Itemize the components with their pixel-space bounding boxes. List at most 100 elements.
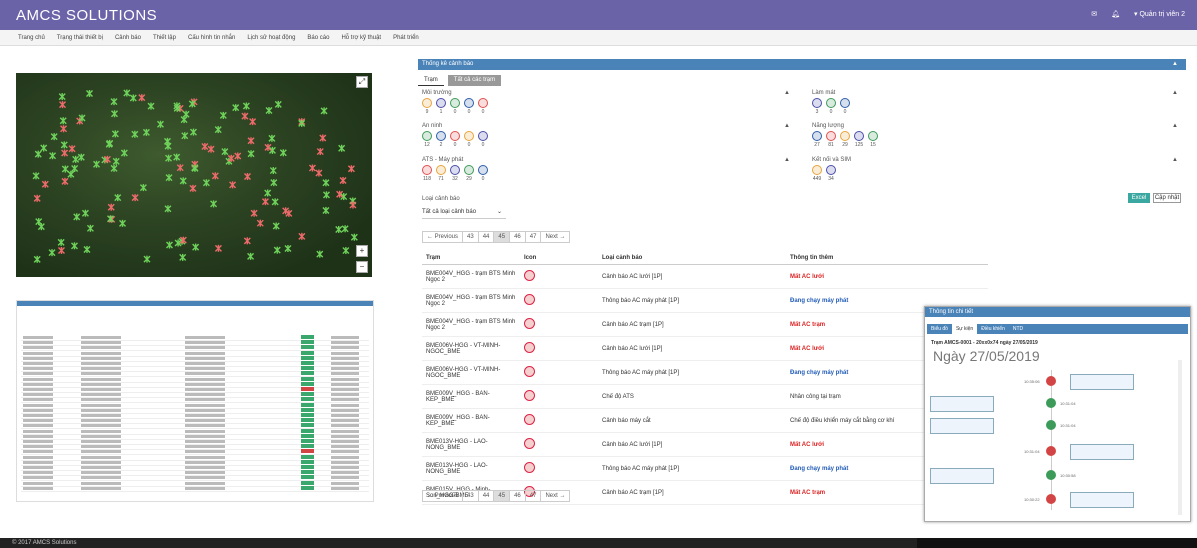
station-marker-ok[interactable] [71, 165, 79, 173]
station-marker-ok[interactable] [34, 150, 42, 158]
bell-icon[interactable]: 🔔︎ [1111, 10, 1120, 18]
alert-icon[interactable]: 81 [826, 131, 836, 148]
station-marker-alarm[interactable] [131, 194, 139, 202]
station-marker-ok[interactable] [191, 164, 199, 172]
station-marker-alarm[interactable] [68, 145, 76, 153]
station-marker-alarm[interactable] [319, 134, 327, 142]
alert-icon[interactable]: 29 [464, 165, 474, 182]
page-previous[interactable]: ← Previous [423, 491, 464, 501]
station-marker-ok[interactable] [247, 252, 255, 260]
station-marker-ok[interactable] [269, 167, 277, 175]
station-marker-ok[interactable] [72, 155, 80, 163]
alert-icon[interactable]: 0 [478, 98, 488, 115]
alert-icon[interactable]: 29 [840, 131, 850, 148]
station-marker-ok[interactable] [279, 149, 287, 157]
nav-dev[interactable]: Phát triển [393, 35, 419, 41]
station-marker-ok[interactable] [111, 110, 119, 118]
station-marker-ok[interactable] [81, 209, 89, 217]
page-43[interactable]: 43 [463, 232, 479, 242]
station-marker-alarm[interactable] [214, 244, 222, 252]
station-marker-ok[interactable] [110, 164, 118, 172]
table-row[interactable]: BME004V_HGG - trạm BTS Minh Ngọc 2 Cảnh b… [422, 264, 988, 289]
station-marker-ok[interactable] [61, 165, 69, 173]
station-marker-ok[interactable] [50, 133, 58, 141]
alert-icon[interactable]: 125 [854, 131, 864, 148]
station-marker-ok[interactable] [214, 126, 222, 134]
alert-icon[interactable]: 3 [812, 98, 822, 115]
station-marker-alarm[interactable] [282, 207, 290, 215]
station-marker-ok[interactable] [165, 154, 173, 162]
alert-type-select[interactable]: Tất cả loại cảnh báo ⌄ [422, 207, 506, 219]
page-previous[interactable]: ← Previous [423, 232, 464, 242]
excel-button[interactable]: Excel [1128, 193, 1150, 203]
alert-icon[interactable]: 0 [450, 98, 460, 115]
station-marker-ok[interactable] [60, 141, 68, 149]
tab-station[interactable]: Trạm [418, 75, 444, 86]
list-item[interactable] [21, 485, 369, 492]
station-marker-ok[interactable] [270, 179, 278, 187]
table-row[interactable]: BME006V-HGG - VT-MINH-NGOC_BME Cảnh báo A… [422, 336, 988, 361]
col-station[interactable]: Trạm [422, 252, 520, 265]
caret-up-icon[interactable]: ▲ [784, 90, 790, 96]
station-marker-alarm[interactable] [189, 184, 197, 192]
event-card[interactable] [930, 396, 994, 412]
tab-ntd[interactable]: NTD [1009, 324, 1027, 334]
station-marker-ok[interactable] [192, 243, 200, 251]
alert-icon[interactable]: 12 [422, 131, 432, 148]
station-marker-alarm[interactable] [249, 118, 257, 126]
table-row[interactable]: BME009V_HGG - BAN-KEP_BME Chế độ ATS Nhân … [422, 384, 988, 409]
tab-chart[interactable]: Biểu đồ [927, 324, 952, 334]
station-marker-ok[interactable] [112, 157, 120, 165]
station-marker-alarm[interactable] [244, 173, 251, 181]
station-marker-ok[interactable] [322, 179, 330, 187]
station-marker-ok[interactable] [273, 246, 281, 254]
station-marker-ok[interactable] [316, 250, 324, 258]
page-47[interactable]: 47 [526, 232, 542, 242]
user-menu[interactable]: ▾ Quản trị viên 2 [1134, 10, 1185, 18]
station-marker-ok[interactable] [232, 104, 240, 112]
station-marker-ok[interactable] [219, 111, 227, 119]
alert-icon[interactable]: 0 [464, 131, 474, 148]
station-marker-ok[interactable] [173, 153, 181, 161]
station-marker-ok[interactable] [322, 191, 330, 199]
station-marker-alarm[interactable] [33, 194, 41, 202]
alert-icon[interactable]: 15 [868, 131, 878, 148]
station-marker-alarm[interactable] [176, 164, 184, 172]
station-marker-ok[interactable] [268, 134, 276, 142]
nav-reports[interactable]: Báo cáo [307, 35, 329, 41]
alert-icon[interactable]: 0 [478, 165, 488, 182]
table-row[interactable]: BME013V-HGG - LAO-NONG_BME Cảnh báo AC lư… [422, 432, 988, 457]
caret-up-icon[interactable]: ▲ [1172, 90, 1178, 96]
table-row[interactable]: BME013V-HGG - LAO-NONG_BME Thông báo AC m… [422, 456, 988, 481]
table-row[interactable]: BME004V_HGG - trạm BTS Minh Ngọc 2 Thông … [422, 288, 988, 313]
page-44[interactable]: 44 [479, 232, 495, 242]
alert-icon[interactable]: 449 [812, 165, 822, 182]
station-marker-ok[interactable] [164, 142, 172, 150]
station-marker-alarm[interactable] [241, 112, 249, 120]
station-marker-alarm[interactable] [61, 177, 69, 185]
alert-icon[interactable]: 0 [450, 131, 460, 148]
station-marker-alarm[interactable] [349, 201, 357, 209]
station-marker-alarm[interactable] [250, 209, 258, 217]
event-card[interactable] [930, 468, 994, 484]
alert-icon[interactable]: 0 [826, 98, 836, 115]
table-row[interactable]: BME004V_HGG - trạm BTS Minh Ngọc 2 Cảnh b… [422, 312, 988, 337]
station-marker-ok[interactable] [33, 255, 41, 263]
station-marker-alarm[interactable] [211, 172, 219, 180]
station-marker-ok[interactable] [338, 144, 346, 152]
station-marker-ok[interactable] [67, 170, 75, 178]
station-marker-ok[interactable] [129, 94, 137, 102]
event-card[interactable] [1070, 492, 1134, 508]
station-marker-alarm[interactable] [308, 164, 316, 172]
station-marker-ok[interactable] [70, 242, 78, 250]
station-marker-alarm[interactable] [243, 237, 251, 245]
station-marker-ok[interactable] [86, 224, 94, 232]
station-marker-ok[interactable] [156, 120, 164, 128]
mail-icon[interactable]: ✉ [1091, 10, 1097, 18]
caret-up-icon[interactable]: ▲ [784, 157, 790, 163]
station-marker-ok[interactable] [320, 107, 328, 115]
page-47[interactable]: 47 [526, 491, 542, 501]
nav-alerts[interactable]: Cảnh báo [115, 35, 141, 41]
alert-icon[interactable]: 0 [478, 131, 488, 148]
station-marker-alarm[interactable] [59, 101, 67, 109]
